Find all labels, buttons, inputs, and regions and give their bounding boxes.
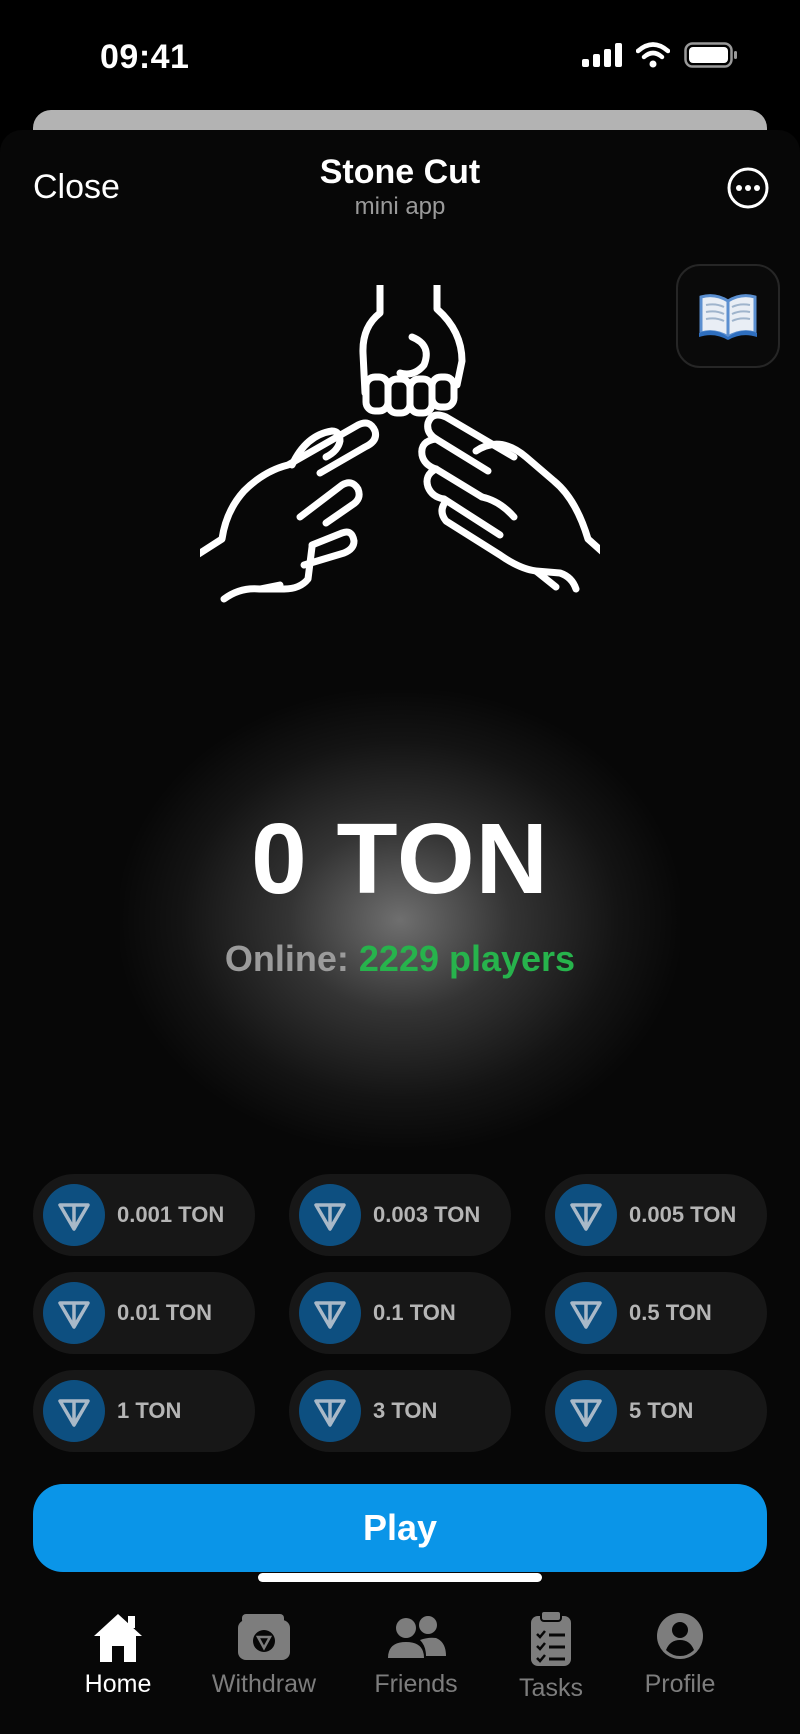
bet-label: 0.1 TON [373,1300,456,1325]
friends-icon [388,1616,446,1658]
tab-label: Profile [644,1670,716,1698]
bet-option[interactable]: 0.5 TON [545,1272,767,1354]
tab-home[interactable]: Home [48,1610,188,1699]
online-label: Online: [224,938,349,979]
balance-amount: 0 TON [251,803,549,915]
tab-label: Withdraw [211,1670,317,1698]
ton-icon [299,1380,361,1442]
wifi-icon [636,42,670,68]
ton-icon [43,1184,105,1246]
open-book-icon [699,294,757,340]
bet-option[interactable]: 3 TON [289,1370,511,1452]
tab-label: Home [84,1670,152,1698]
tab-profile[interactable]: Profile [610,1610,750,1699]
ton-icon [43,1282,105,1344]
bet-option[interactable]: 0.003 TON [289,1174,511,1256]
ton-icon [299,1282,361,1344]
home-indicator[interactable] [258,1573,542,1582]
bet-label: 0.01 TON [117,1300,212,1325]
online-indicator: Online: 2229 players [0,938,800,980]
ton-icon [555,1282,617,1344]
more-options-icon[interactable] [726,166,770,210]
balance-glow [120,690,680,1150]
profile-icon [657,1613,703,1659]
ton-icon [555,1380,617,1442]
tasks-icon [531,1610,571,1666]
close-button[interactable]: Close [33,168,120,207]
ton-icon [555,1184,617,1246]
bet-label: 5 TON [629,1398,694,1423]
home-icon [94,1614,142,1662]
bet-option[interactable]: 0.001 TON [33,1174,255,1256]
tab-label: Tasks [519,1674,583,1702]
bet-options: 0.001 TON 0.003 TON 0.005 TON 0.01 TON 0… [33,1174,767,1452]
status-icons [582,42,738,68]
bet-option[interactable]: 0.005 TON [545,1174,767,1256]
tab-friends[interactable]: Friends [346,1610,486,1699]
bet-label: 0.003 TON [373,1202,481,1227]
rock-paper-scissors-icon [200,285,600,603]
tab-tasks[interactable]: Tasks [481,1610,621,1703]
wallet-icon [238,1614,290,1660]
tab-withdraw[interactable]: Withdraw [194,1610,334,1699]
play-button[interactable]: Play [33,1484,767,1572]
tab-bar: Home Withdraw Friends Tasks Profile [0,1610,800,1720]
tab-label: Friends [374,1670,458,1698]
online-count: 2229 players [358,938,576,979]
mini-app-sheet: Close Stone Cut mini app 0 TON Online: 2… [0,130,800,1734]
title-block: Stone Cut mini app [200,152,600,222]
bet-label: 0.005 TON [629,1202,737,1227]
rules-book-button[interactable] [676,264,780,368]
bet-option[interactable]: 1 TON [33,1370,255,1452]
bet-label: 1 TON [117,1398,182,1423]
status-time: 09:41 [100,38,190,76]
bet-option[interactable]: 0.01 TON [33,1272,255,1354]
app-subtitle: mini app [354,193,446,220]
ton-icon [299,1184,361,1246]
battery-icon [684,42,737,68]
app-title: Stone Cut [319,153,481,191]
bet-label: 3 TON [373,1398,438,1423]
bet-label: 0.5 TON [629,1300,712,1325]
bet-option[interactable]: 5 TON [545,1370,767,1452]
bet-option[interactable]: 0.1 TON [289,1272,511,1354]
signal-icon [582,43,622,67]
bet-label: 0.001 TON [117,1202,225,1227]
status-bar: 09:41 [0,0,800,110]
ton-icon [43,1380,105,1442]
